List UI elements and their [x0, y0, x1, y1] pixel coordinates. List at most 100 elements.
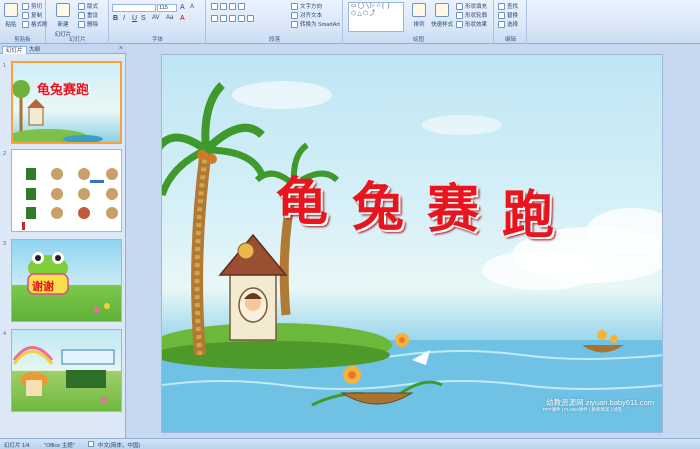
thumb-3-art — [27, 252, 110, 313]
quick-styles-icon — [435, 3, 449, 17]
strikethrough-button[interactable]: S — [141, 15, 146, 22]
smartart-button[interactable]: 转换为 SmartArt — [291, 20, 340, 28]
indent-icon — [229, 3, 236, 10]
title-char[interactable]: 龟 — [276, 160, 328, 235]
smartart-icon — [291, 20, 298, 28]
shape-fill-button[interactable]: 形状填充 — [456, 2, 487, 10]
clipboard-label: 剪贴板 — [14, 37, 31, 43]
theme-name[interactable]: "Office 主题" — [44, 441, 75, 449]
pen-icon — [456, 11, 463, 19]
thumb-4-art — [12, 346, 115, 403]
thumb-number: 4 — [3, 331, 7, 337]
bullets-button[interactable] — [211, 3, 245, 10]
select-button[interactable]: 选择 — [498, 20, 518, 28]
font-color-button[interactable]: A — [180, 15, 185, 22]
new-slide-button[interactable]: 新建 幻灯片 — [53, 3, 73, 38]
copy-button[interactable]: 复制 — [22, 11, 42, 19]
thumb-1-title: 龟兔赛跑 — [37, 83, 90, 98]
clipboard-group: 粘贴 剪切 复制 格式刷 剪贴板 — [0, 0, 48, 44]
shrink-font-button[interactable]: A — [190, 4, 194, 10]
replace-button[interactable]: 替换 — [498, 11, 518, 19]
font-size-box[interactable]: 115 — [157, 4, 177, 12]
editing-label: 编辑 — [504, 37, 516, 43]
font-name-box[interactable] — [112, 4, 156, 12]
cut-button[interactable]: 剪切 — [22, 2, 42, 10]
spellcheck-icon[interactable] — [88, 441, 94, 447]
reset-icon — [78, 11, 85, 19]
new-slide-icon — [56, 3, 70, 17]
drawing-label: 绘图 — [412, 37, 424, 43]
binoculars-icon — [498, 2, 505, 10]
slide-thumb-4[interactable] — [11, 329, 122, 412]
text-direction-button[interactable]: 文字方向 — [291, 2, 322, 10]
tab-outline[interactable]: 大纲 — [26, 46, 43, 54]
align-text-button[interactable]: 对齐文本 — [291, 11, 322, 19]
arrange-icon — [412, 3, 426, 17]
thumb-3-title: 谢谢 — [32, 280, 54, 293]
title-char[interactable]: 赛 — [427, 167, 479, 242]
thumb-2-art — [22, 168, 118, 230]
quick-styles-button[interactable]: 快速样式 — [430, 3, 454, 28]
slide-thumb-3[interactable]: 谢谢 — [11, 239, 122, 322]
align-center-icon — [220, 15, 227, 22]
columns-icon — [247, 15, 254, 22]
pane-tabs: 幻灯片 大纲 × — [0, 45, 126, 54]
slides-group: 新建 幻灯片 版式 重设 删除 幻灯片 — [47, 0, 109, 44]
reset-button[interactable]: 重设 — [78, 11, 98, 19]
slides-pane: 幻灯片 大纲 × 1 龟兔赛跑 2 3 谢谢 4 — [0, 45, 126, 438]
paragraph-label: 段落 — [268, 37, 280, 43]
thumb-number: 3 — [3, 241, 7, 247]
language-indicator[interactable]: 中文(简体，中国) — [98, 441, 140, 449]
brush-icon — [22, 20, 29, 28]
watermark-subtext: PPT课件 | FLASH课件 | 教师教案 | 试卷 — [542, 407, 622, 412]
bold-button[interactable]: B — [113, 15, 118, 22]
scissors-icon — [22, 2, 29, 10]
change-case-button[interactable]: Aa — [166, 15, 173, 21]
shape-outline-button[interactable]: 形状轮廓 — [456, 11, 487, 19]
justify-icon — [238, 15, 245, 22]
title-char[interactable]: 兔 — [352, 165, 404, 240]
slide-canvas[interactable]: 龟 兔 赛 跑 幼教资源网 ziyuan.baby611.com PPT课件 |… — [161, 54, 663, 433]
paragraph-group: 文字方向 对齐文本 转换为 SmartArt 段落 — [207, 0, 343, 44]
slide-editor: 龟 兔 赛 跑 幼教资源网 ziyuan.baby611.com PPT课件 |… — [127, 45, 700, 438]
slides-label: 幻灯片 — [69, 37, 86, 43]
align-buttons[interactable] — [211, 15, 254, 22]
outdent-icon — [238, 3, 245, 10]
shapes-gallery[interactable]: ▭◯╲▷☆{ }⬡△⬠⤴ — [348, 2, 404, 32]
layout-button[interactable]: 版式 — [78, 2, 98, 10]
layout-icon — [78, 2, 85, 10]
arrange-button[interactable]: 排列 — [410, 3, 428, 28]
find-button[interactable]: 查找 — [498, 2, 518, 10]
shape-effects-button[interactable]: 形状效果 — [456, 20, 487, 28]
ribbon: 粘贴 剪切 复制 格式刷 剪贴板 新建 幻灯片 版式 重设 删除 幻灯片 115… — [0, 0, 700, 44]
underline-button[interactable]: U — [132, 15, 137, 22]
close-icon[interactable]: × — [119, 45, 123, 52]
title-char[interactable]: 跑 — [502, 173, 554, 248]
slide-thumb-2[interactable] — [11, 149, 122, 232]
editing-group: 查找 替换 选择 编辑 — [495, 0, 527, 44]
char-spacing-button[interactable]: AV — [152, 15, 160, 21]
cursor-icon — [498, 20, 505, 28]
format-painter-button[interactable]: 格式刷 — [22, 20, 48, 28]
delete-icon — [78, 20, 85, 28]
tab-slides[interactable]: 幻灯片 — [2, 46, 27, 54]
replace-icon — [498, 11, 505, 19]
text-direction-icon — [291, 2, 298, 10]
slide-thumb-1[interactable]: 龟兔赛跑 — [11, 61, 122, 144]
grow-font-button[interactable]: A — [180, 4, 185, 11]
delete-slide-button[interactable]: 删除 — [78, 20, 98, 28]
bullets-icon — [211, 3, 218, 10]
thumb-number: 2 — [3, 151, 7, 157]
font-group: 115 A A B I U S AV Aa A 字体 — [110, 0, 206, 44]
align-right-icon — [229, 15, 236, 22]
paste-icon — [4, 3, 18, 17]
drawing-group: ▭◯╲▷☆{ }⬡△⬠⤴ 排列 快速样式 形状填充 形状轮廓 形状效果 绘图 — [344, 0, 494, 44]
status-bar: 幻灯片 1/4 "Office 主题" 中文(简体，中国) — [0, 438, 700, 449]
numbering-icon — [220, 3, 227, 10]
italic-button[interactable]: I — [123, 15, 125, 22]
effects-icon — [456, 20, 463, 28]
slide-background-art — [162, 81, 662, 432]
paste-button[interactable]: 粘贴 — [3, 3, 19, 28]
copy-icon — [22, 11, 29, 19]
font-label: 字体 — [151, 37, 163, 43]
